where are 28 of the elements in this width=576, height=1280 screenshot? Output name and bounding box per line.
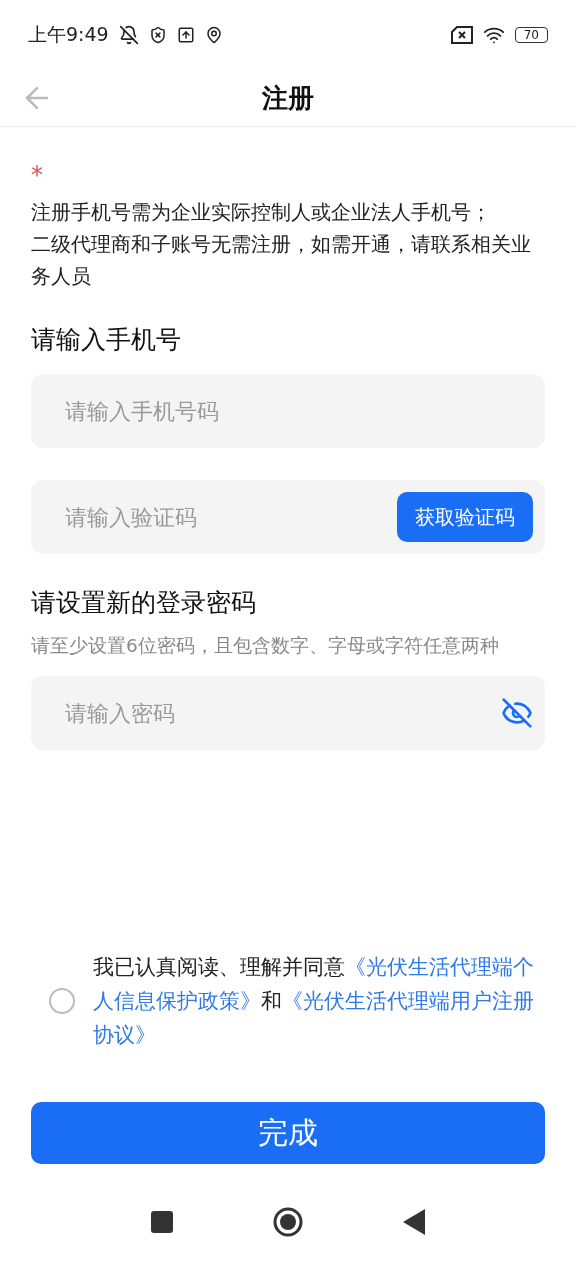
section-title: 请设置新的登录密码 <box>31 587 257 619</box>
eye-off-icon[interactable] <box>501 697 533 729</box>
code-field[interactable]: 请输入验证码 获取验证码 <box>31 480 545 554</box>
phone-input[interactable]: 请输入手机号码 <box>63 397 533 425</box>
submit-button[interactable]: 完成 <box>31 1102 545 1164</box>
agreement-text: 我已认真阅读、理解并同意《光伏生活代理端个人信息保护政策》和《光伏生活代理端用户注册协议》 <box>93 954 535 1049</box>
notice-text: 注册手机号需为企业实际控制人或企业法人手机号； <box>31 200 492 226</box>
back-nav-button[interactable] <box>403 1209 425 1235</box>
phone-field[interactable]: 请输入手机号码 <box>31 374 545 448</box>
code-input[interactable]: 请输入验证码 <box>63 503 397 531</box>
battery-icon: 70 <box>514 27 548 43</box>
section-title: 请输入手机号 <box>31 324 182 356</box>
password-hint: 请至少设置6位密码，且包含数字、字母或字符任意两种 <box>31 634 500 658</box>
home-button[interactable] <box>273 1207 303 1237</box>
password-input[interactable]: 请输入密码 <box>63 699 501 727</box>
page-title: 注册 <box>262 81 314 115</box>
recent-apps-button[interactable] <box>151 1211 173 1233</box>
bell-off-icon <box>118 25 139 45</box>
location-icon <box>204 26 223 44</box>
shield-icon <box>148 26 167 44</box>
sim-card-icon <box>450 26 473 44</box>
upload-icon <box>176 26 195 44</box>
password-field[interactable]: 请输入密码 <box>31 676 545 750</box>
status-time: 上午9:49 <box>28 22 109 47</box>
agree-checkbox[interactable] <box>49 988 75 1014</box>
get-code-button[interactable]: 获取验证码 <box>397 492 533 542</box>
required-mark: * <box>31 161 43 189</box>
notice-text: 二级代理商和子账号无需注册，如需开通，请联系相关业务人员 <box>31 232 532 290</box>
